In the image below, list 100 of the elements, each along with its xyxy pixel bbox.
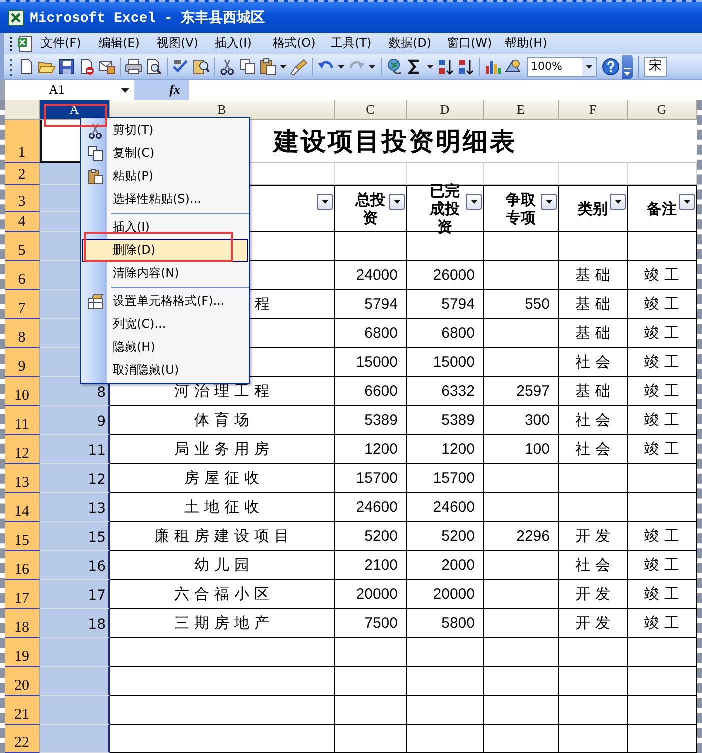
caret-icon[interactable] [427,64,434,68]
filter-button[interactable] [541,194,557,210]
row-header[interactable]: 4 [5,212,40,232]
menu-item[interactable]: 数据(D) [389,35,447,52]
caret-icon[interactable] [369,64,376,68]
caret-icon[interactable] [280,64,287,68]
table-cell: 六合福小区 [110,580,335,609]
context-menu-item[interactable]: 粘贴(P) [82,165,248,188]
book-magnifier-icon[interactable] [192,58,210,76]
context-menu-item[interactable]: 隐藏(H) [82,336,248,359]
context-menu-item[interactable]: 选择性粘贴(S)... [82,188,248,211]
column-header[interactable]: C [335,100,407,120]
row-header[interactable]: 17 [5,580,40,609]
table-cell: 开发 [559,609,628,638]
context-menu-item[interactable]: 删除(D) [82,239,248,262]
table-cell: 竣工 [628,551,697,580]
menu-item[interactable]: 编辑(E) [99,35,157,52]
row-header[interactable]: 9 [5,348,40,377]
table-cell [628,163,697,185]
clipboard-icon[interactable] [259,58,277,76]
table-cell: 24000 [335,261,407,290]
table-cell: 1200 [335,435,407,464]
filter-button[interactable] [389,194,405,210]
font-field[interactable]: 宋 [644,56,667,76]
spelling-check-icon[interactable] [172,58,190,76]
table-cell [628,493,697,522]
row-header[interactable]: 21 [5,696,40,725]
table-cell: 5389 [407,406,484,435]
table-cell [40,725,110,753]
row-header[interactable]: 16 [5,551,40,580]
row-header[interactable]: 7 [5,290,40,319]
printer-icon[interactable] [125,58,143,76]
table-cell: 社会 [559,348,628,377]
column-header[interactable]: B [110,100,335,120]
context-menu-item[interactable]: 插入(I) [82,216,248,239]
row-header[interactable]: 18 [5,609,40,638]
row-header[interactable]: 6 [5,261,40,290]
menu-item[interactable]: 工具(T) [331,35,389,52]
sort-descending-icon[interactable] [457,58,475,76]
copy-icon[interactable] [239,58,257,76]
table-cell: 基础 [559,290,628,319]
column-header[interactable]: F [559,100,628,120]
brush-icon[interactable] [290,58,308,76]
table-cell: 15700 [407,464,484,493]
table-cell: 100 [484,435,559,464]
drawing-icon[interactable] [504,58,522,76]
menu-item[interactable]: 文件(F) [41,35,99,52]
sort-ascending-icon[interactable] [437,58,455,76]
row-header[interactable]: 20 [5,667,40,696]
table-cell: 局业务用房 [110,435,335,464]
row-header[interactable]: 12 [5,435,40,464]
scissors-icon[interactable] [219,58,237,76]
toolbar-options-button[interactable] [622,54,633,78]
table-cell: 基础 [559,261,628,290]
column-heading: 总投资 [354,190,386,226]
table-cell: 5794 [407,290,484,319]
row-header[interactable]: 10 [5,377,40,406]
row-header[interactable]: 3 [5,185,40,212]
filter-button[interactable] [466,194,482,210]
row-header[interactable]: 11 [5,406,40,435]
function-label[interactable]: fx [135,80,189,100]
row-header[interactable]: 5 [5,232,40,261]
column-heading: 争取专项 [504,190,537,226]
caret-icon[interactable] [338,64,345,68]
table-cell [559,163,628,185]
row-header[interactable]: 15 [5,522,40,551]
window-title: Microsoft Excel - 东丰县西城区 [30,9,266,26]
menu-item[interactable]: 格式(O) [273,35,331,52]
zoom-dropdown[interactable]: 100% [527,56,597,76]
menu-item[interactable]: 视图(V) [157,35,215,52]
column-header[interactable]: G [628,100,697,120]
table-cell: 社会 [559,551,628,580]
row-header[interactable]: 13 [5,464,40,493]
row-header[interactable]: 2 [5,163,40,185]
context-menu-item[interactable]: 清除内容(N) [82,262,248,285]
caret-icon [684,200,690,204]
filter-button[interactable] [610,194,626,210]
row-header[interactable]: 22 [5,725,40,753]
help-icon[interactable] [602,58,620,76]
table-cell [559,696,628,725]
row-header[interactable]: 8 [5,319,40,348]
table-cell [335,725,407,753]
menu-item[interactable]: 帮助(H) [505,35,563,52]
table-cell: 550 [484,290,559,319]
table-cell: 6800 [335,319,407,348]
table-cell: 竣工 [628,377,697,406]
menu-item[interactable]: 窗口(W) [447,35,505,52]
row-header[interactable]: 19 [5,638,40,667]
row-header[interactable]: 1 [5,120,40,163]
scissors-icon [88,122,104,138]
row-header[interactable]: 14 [5,493,40,522]
table-cell: 6800 [407,319,484,348]
table-cell: 5389 [335,406,407,435]
globe-link-icon[interactable] [386,58,404,76]
filter-button[interactable] [317,194,333,210]
magnifier-page-icon[interactable] [145,58,163,76]
column-header[interactable]: D [407,100,484,120]
filter-button[interactable] [679,194,695,210]
menu-item[interactable]: 插入(I) [215,35,273,52]
column-header[interactable]: E [484,100,559,120]
